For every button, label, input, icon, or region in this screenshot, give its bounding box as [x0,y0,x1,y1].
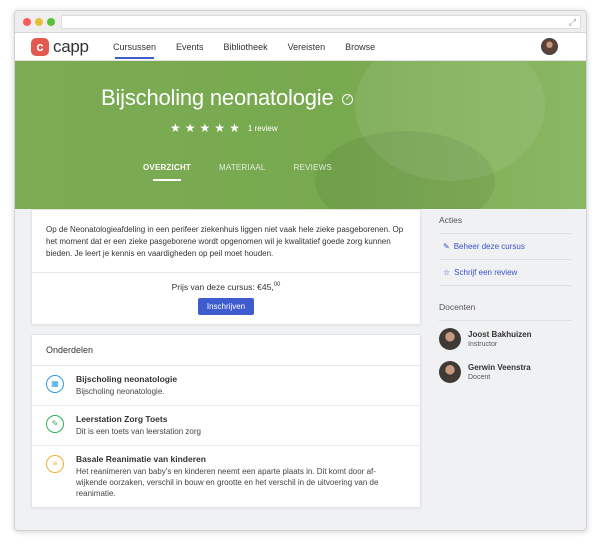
nav-item-events[interactable]: Events [166,33,214,61]
tab-materiaal[interactable]: MATERIAAL [219,163,266,172]
nav-item-cursussen[interactable]: Cursussen [103,33,166,61]
pencil-icon: ✎ [443,242,450,251]
section-title[interactable]: Leerstation Zorg Toets [76,414,201,424]
minimize-window-button[interactable] [35,18,43,26]
main-column: Op de Neonatologieafdeling in een perife… [31,209,421,508]
logo-text: capp [53,37,89,56]
browser-window: ⤢ c capp Cursussen Events Bibliotheek Ve… [14,10,587,531]
edit-icon: ✎ [46,415,64,433]
teachers-heading: Docenten [439,302,571,321]
user-avatar[interactable] [541,38,558,55]
nav-item-bibliotheek[interactable]: Bibliotheek [214,33,278,61]
teacher-name: Gerwin Veenstra [468,363,531,372]
expand-icon[interactable]: ⤢ [569,17,576,28]
star-icon: ★ [184,121,196,135]
course-tabs: OVERZICHT MATERIAAL REVIEWS [143,163,360,181]
address-bar[interactable]: ⤢ [61,15,581,29]
calendar-icon: ▦ [46,375,64,393]
nav-item-vereisten[interactable]: Vereisten [278,33,336,61]
course-description: Op de Neonatologieafdeling in een perife… [46,225,404,258]
enroll-button[interactable]: Inschrijven [197,298,255,315]
star-icon: ★ [199,121,211,135]
maximize-window-button[interactable] [47,18,55,26]
section-description: Bijscholing neonatologie. [76,387,165,396]
section-title[interactable]: Basale Reanimatie van kinderen [76,454,406,464]
verified-icon: ✓ [342,93,354,105]
section-description: Het reanimeren van baby's en kinderen ne… [76,467,379,498]
price-area: Prijs van deze cursus: €45,00 Inschrijve… [32,272,420,324]
teacher-role: Instructor [468,341,498,348]
section-description: Dit is een toets van leerstation zorg [76,427,201,436]
browser-titlebar: ⤢ [15,11,586,33]
star-outline-icon: ☆ [443,268,451,277]
close-window-button[interactable] [23,18,31,26]
manage-course-label: Beheer deze cursus [453,242,525,251]
course-title-text: Bijscholing neonatologie [101,85,334,110]
course-hero: Bijscholing neonatologie ✓ ★ ★ ★ ★ ★ 1 r… [15,61,586,209]
manage-course-link[interactable]: ✎ Beheer deze cursus [439,234,571,260]
section-item[interactable]: ▦ Bijscholing neonatologie Bijscholing n… [32,366,420,406]
teacher-item[interactable]: Joost Bakhuizen Instructor [439,328,571,354]
top-navbar: c capp Cursussen Events Bibliotheek Vere… [15,33,586,61]
section-item[interactable]: ≡ Basale Reanimatie van kinderen Het rea… [32,446,420,507]
sidebar: Acties ✎ Beheer deze cursus ☆ Schrijf een … [439,215,571,387]
section-item[interactable]: ✎ Leerstation Zorg Toets Dit is een toet… [32,406,420,446]
teacher-name: Joost Bakhuizen [468,330,532,339]
capp-logo[interactable]: c capp [31,37,89,57]
nav-item-browse[interactable]: Browse [335,33,385,61]
course-title: Bijscholing neonatologie ✓ [101,85,354,111]
price-cents: 00 [273,282,281,289]
teacher-role: Docent [468,374,491,381]
sections-heading: Onderdelen [32,335,420,366]
write-review-label: Schrijf een review [454,268,518,277]
main-nav: Cursussen Events Bibliotheek Vereisten B… [103,33,385,61]
teacher-item[interactable]: Gerwin Veenstra Docent [439,361,571,387]
tab-overzicht[interactable]: OVERZICHT [143,163,191,181]
sections-card: Onderdelen ▦ Bijscholing neonatologie Bi… [31,334,421,508]
star-icon: ★ [229,121,240,135]
write-review-link[interactable]: ☆ Schrijf een review [439,260,571,286]
course-rating: ★ ★ ★ ★ ★ 1 review [170,121,278,135]
price-label: Prijs van deze cursus: €45, [171,282,274,292]
document-icon: ≡ [46,455,64,473]
review-count[interactable]: 1 review [248,124,278,133]
actions-heading: Acties [439,215,571,234]
tab-reviews[interactable]: REVIEWS [294,163,332,172]
price-line: Prijs van deze cursus: €45,00 [32,282,420,292]
logo-mark: c [31,38,49,56]
section-title[interactable]: Bijscholing neonatologie [76,374,177,384]
course-info-card: Op de Neonatologieafdeling in een perife… [31,209,421,325]
star-icon: ★ [214,121,226,135]
teacher-avatar [439,361,461,383]
teacher-avatar [439,328,461,350]
star-icon: ★ [170,121,181,135]
